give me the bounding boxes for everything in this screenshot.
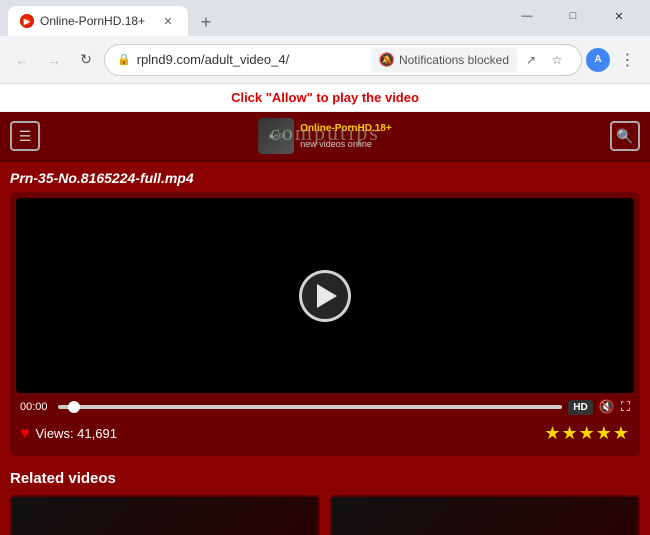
related-videos-section: Related videos: [0, 464, 650, 535]
logo-main-text: Online-PornHD.18+: [300, 123, 391, 140]
video-progress-bar[interactable]: [58, 405, 562, 409]
video-player[interactable]: [16, 198, 634, 393]
close-button[interactable]: ✕: [596, 0, 642, 32]
logo-sub-text: new videos online: [300, 139, 391, 149]
site-search-button[interactable]: 🔍: [610, 121, 640, 151]
notifications-blocked-label: Notifications blocked: [399, 53, 509, 67]
new-tab-button[interactable]: +: [192, 8, 220, 36]
tab-title: Online-PornHD.18+: [40, 14, 154, 28]
related-grid: [10, 495, 640, 535]
video-time: 00:00: [20, 401, 52, 413]
browser-tab[interactable]: ▶ Online-PornHD.18+ ✕: [8, 6, 188, 36]
address-input[interactable]: 🔒 rplnd9.com/adult_video_4/ 🔕 Notificati…: [104, 44, 582, 76]
video-container: 00:00 HD 🔇 ⛶ ♥ Views: 41,691 ★★★★★: [10, 192, 640, 456]
forward-button[interactable]: →: [40, 46, 68, 74]
search-icon: 🔍: [616, 128, 633, 145]
site-header: ☰ ▶HD Online-PornHD.18+ new videos onlin…: [0, 112, 650, 162]
play-button[interactable]: [299, 270, 351, 322]
stats-row: ♥ Views: 41,691 ★★★★★: [16, 417, 634, 450]
fullscreen-button[interactable]: ⛶: [621, 399, 630, 415]
title-bar: ▶ Online-PornHD.18+ ✕ + — □ ✕: [0, 0, 650, 36]
tab-close-button[interactable]: ✕: [160, 13, 176, 29]
video-title: Prn-35-No.8165224-full.mp4: [10, 170, 640, 186]
bookmark-icon[interactable]: ☆: [545, 48, 569, 72]
notification-banner-text: Click "Allow" to play the video: [231, 90, 419, 105]
bell-slash-icon: 🔕: [379, 52, 395, 68]
video-section: Prn-35-No.8165224-full.mp4 00:00 HD 🔇 ⛶: [0, 162, 650, 464]
related-video-2[interactable]: [330, 495, 640, 535]
notifications-blocked-badge: 🔕 Notifications blocked: [371, 48, 517, 72]
profile-icon[interactable]: A: [586, 48, 610, 72]
thumb-1-image: [12, 497, 318, 535]
hd-badge: HD: [568, 400, 592, 415]
related-video-1[interactable]: [10, 495, 320, 535]
heart-icon: ♥: [20, 425, 30, 443]
views-section: ♥ Views: 41,691: [20, 425, 117, 443]
thumb-2-image: [332, 497, 638, 535]
tab-favicon: ▶: [20, 14, 34, 28]
lock-icon: 🔒: [117, 53, 131, 66]
progress-thumb[interactable]: [68, 401, 80, 413]
play-triangle-icon: [317, 284, 337, 308]
window-controls: — □ ✕: [504, 0, 642, 32]
site-content: computips ☰ ▶HD Online-PornHD.18+ new vi…: [0, 112, 650, 535]
views-text: Views: 41,691: [36, 426, 117, 441]
share-icon[interactable]: ↗: [519, 48, 543, 72]
notification-banner: Click "Allow" to play the video: [0, 84, 650, 112]
hamburger-menu-button[interactable]: ☰: [10, 121, 40, 151]
refresh-button[interactable]: ↻: [72, 46, 100, 74]
video-controls: 00:00 HD 🔇 ⛶: [16, 393, 634, 417]
url-text: rplnd9.com/adult_video_4/: [137, 52, 365, 67]
address-bar: ← → ↻ 🔒 rplnd9.com/adult_video_4/ 🔕 Noti…: [0, 36, 650, 84]
chrome-menu-button[interactable]: ⋮: [614, 46, 642, 74]
maximize-button[interactable]: □: [550, 0, 596, 32]
back-button[interactable]: ←: [8, 46, 36, 74]
volume-button[interactable]: 🔇: [599, 399, 615, 415]
site-logo: ▶HD Online-PornHD.18+ new videos online: [258, 118, 391, 154]
hamburger-icon: ☰: [19, 128, 32, 145]
star-rating: ★★★★★: [544, 423, 630, 444]
logo-image: ▶HD: [258, 118, 294, 154]
related-title: Related videos: [10, 470, 640, 487]
minimize-button[interactable]: —: [504, 0, 550, 32]
